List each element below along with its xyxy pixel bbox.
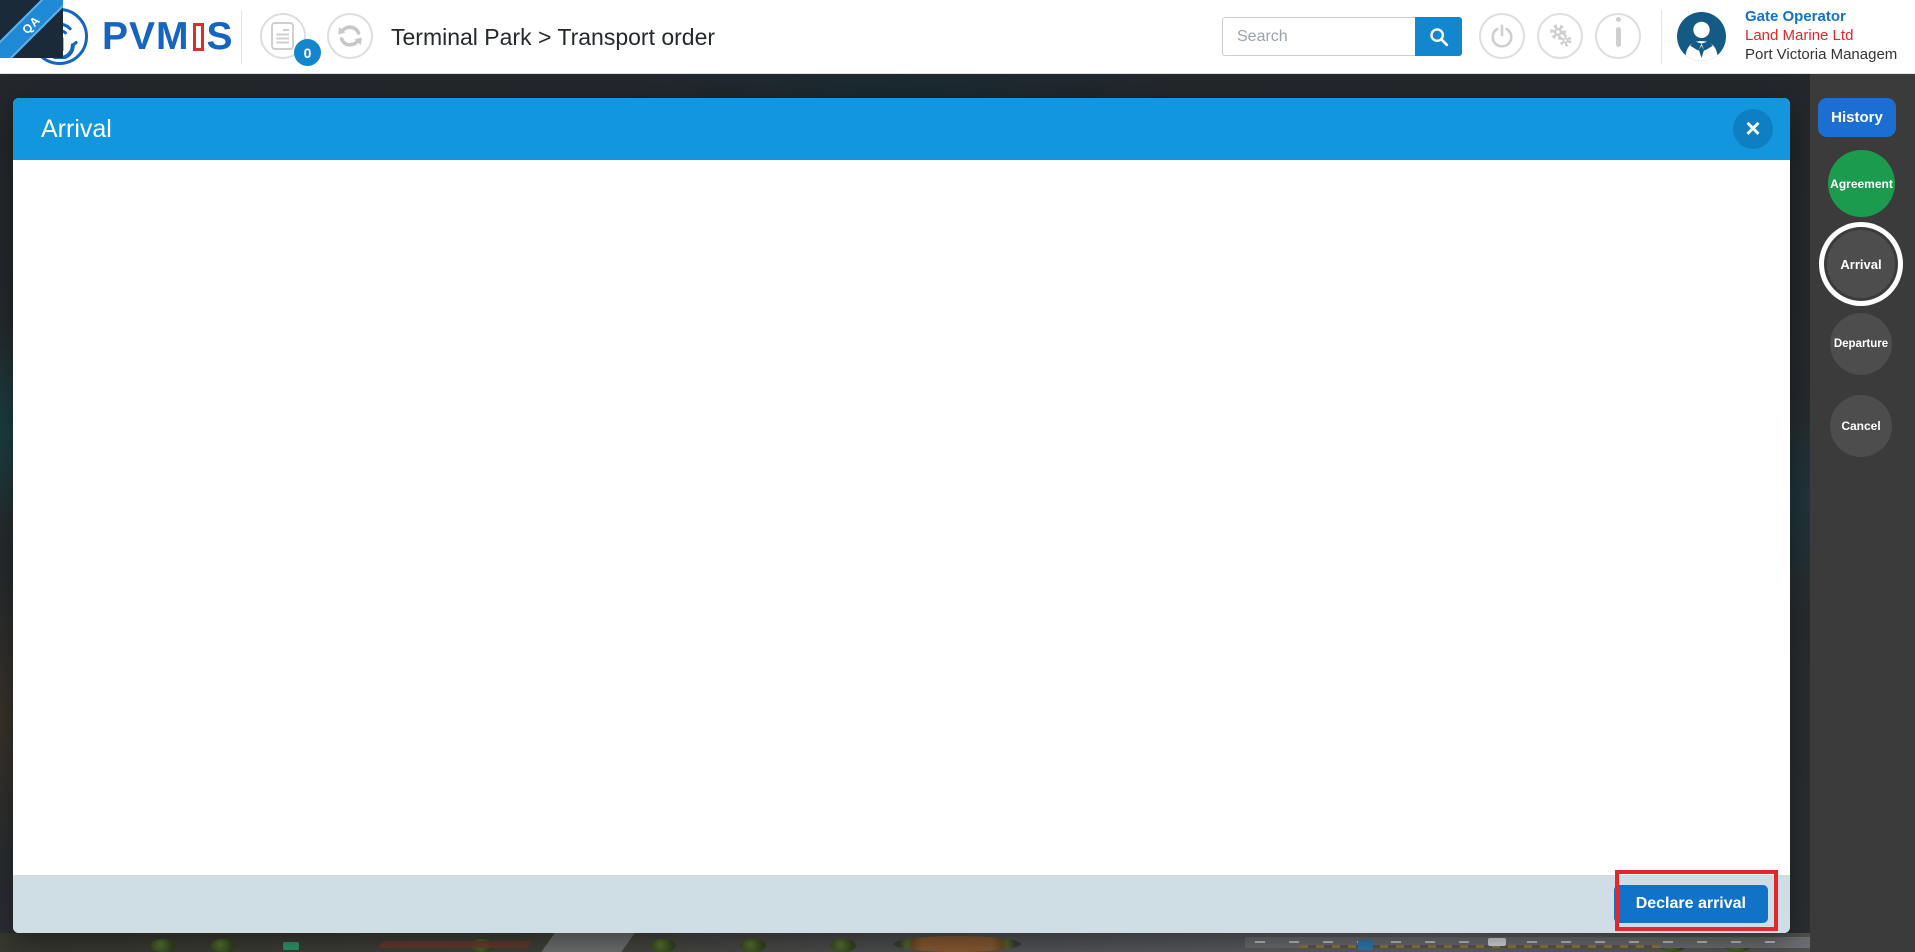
step-arrival-active[interactable]: Arrival bbox=[1827, 230, 1895, 298]
bush-decor bbox=[210, 939, 236, 952]
bush-decor bbox=[150, 939, 176, 952]
modal-body bbox=[13, 160, 1790, 875]
bush-decor bbox=[830, 939, 856, 952]
arrival-modal: Arrival × Declare arrival bbox=[13, 98, 1790, 933]
document-icon bbox=[271, 22, 294, 50]
modal-header: Arrival × bbox=[13, 98, 1790, 160]
refresh-button[interactable] bbox=[327, 13, 373, 59]
environment-ribbon-corner: QA bbox=[0, 0, 63, 58]
step-cancel[interactable]: Cancel bbox=[1830, 395, 1892, 457]
refresh-icon bbox=[338, 25, 362, 47]
background-aerial-photo bbox=[0, 933, 1915, 952]
person-icon bbox=[1685, 21, 1718, 61]
roundabout-decor bbox=[893, 936, 1021, 952]
blue-truck-decor bbox=[1358, 940, 1373, 950]
power-icon bbox=[1491, 24, 1513, 48]
search-button[interactable] bbox=[1415, 17, 1462, 56]
brand-name: PVM S bbox=[102, 14, 234, 58]
modal-footer: Declare arrival bbox=[13, 870, 1790, 933]
green-truck-decor bbox=[283, 942, 299, 950]
brand-accent-letter-i bbox=[192, 22, 204, 51]
history-button[interactable]: History bbox=[1818, 98, 1896, 137]
close-icon[interactable]: × bbox=[1733, 109, 1773, 149]
step-label: Agreement bbox=[1830, 176, 1893, 191]
user-organization: Port Victoria Managem bbox=[1745, 46, 1898, 63]
bush-decor bbox=[740, 939, 766, 952]
qa-ribbon: QA bbox=[0, 0, 63, 58]
header-divider bbox=[1661, 10, 1662, 64]
settings-button[interactable] bbox=[1537, 13, 1583, 59]
step-label: Cancel bbox=[1841, 419, 1881, 433]
breadcrumb: Terminal Park > Transport order bbox=[391, 23, 716, 50]
search-icon bbox=[1429, 27, 1448, 46]
barrier-decor bbox=[1300, 945, 1660, 948]
logout-button[interactable] bbox=[1479, 13, 1525, 59]
step-departure[interactable]: Departure bbox=[1830, 313, 1892, 375]
documents-count-badge: 0 bbox=[294, 39, 321, 66]
user-avatar[interactable] bbox=[1677, 12, 1726, 61]
lane-markings-decor bbox=[1255, 941, 1795, 943]
step-label: Arrival bbox=[1840, 256, 1882, 272]
modal-title: Arrival bbox=[41, 114, 112, 143]
user-info: Gate Operator Land Marine Ltd Port Victo… bbox=[1745, 7, 1897, 64]
step-agreement[interactable]: Agreement bbox=[1828, 150, 1895, 217]
road-decor bbox=[541, 933, 635, 952]
bush-decor bbox=[650, 939, 676, 952]
info-icon bbox=[1615, 17, 1621, 47]
gears-icon bbox=[1550, 24, 1572, 47]
application-window: PVM S QA 0 Terminal Park > Transport ord… bbox=[0, 0, 1915, 952]
info-button[interactable] bbox=[1595, 13, 1641, 59]
step-label: Departure bbox=[1833, 338, 1889, 350]
user-role: Gate Operator bbox=[1745, 8, 1846, 25]
white-van-decor bbox=[1488, 938, 1506, 946]
declare-arrival-button[interactable]: Declare arrival bbox=[1613, 885, 1768, 923]
user-company: Land Marine Ltd bbox=[1745, 27, 1854, 44]
header-divider bbox=[241, 10, 242, 64]
search-input[interactable] bbox=[1222, 17, 1415, 56]
red-roadside-decor bbox=[377, 941, 533, 948]
top-header-bar: PVM S QA 0 Terminal Park > Transport ord… bbox=[0, 0, 1915, 74]
search-group bbox=[1222, 17, 1462, 56]
